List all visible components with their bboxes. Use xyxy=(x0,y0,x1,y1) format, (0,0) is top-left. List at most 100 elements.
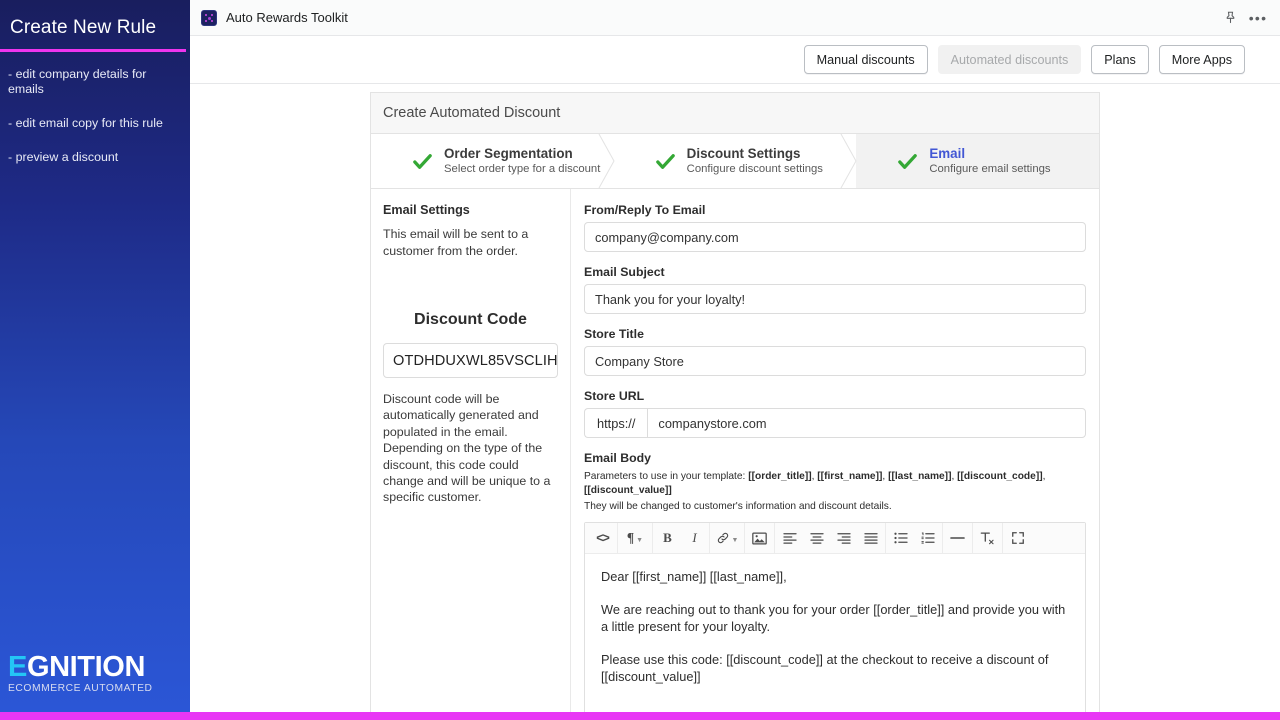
email-body-paragraph: Please use this code: [[discount_code]] … xyxy=(601,651,1049,685)
sidebar-link-edit-company-details[interactable]: - edit company details for emails xyxy=(8,64,180,100)
logo-accent-letter: E xyxy=(8,651,27,683)
italic-icon[interactable]: I xyxy=(681,526,708,551)
store-title-value: Company Store xyxy=(595,353,684,369)
param-discount-code: [[discount_code]] xyxy=(957,471,1043,482)
logo-rest: GNITION xyxy=(26,651,145,683)
sidebar-links: - edit company details for emails - edit… xyxy=(0,52,190,168)
step-email[interactable]: Email Configure email settings xyxy=(856,134,1100,188)
logo-tagline: ECOMMERCE AUTOMATED xyxy=(8,683,153,694)
field-email-subject: Email Subject Thank you for your loyalty… xyxy=(584,265,1086,314)
store-url-label: Store URL xyxy=(584,389,645,403)
code-view-icon[interactable]: <> xyxy=(589,526,616,551)
sidebar: Create New Rule - edit company details f… xyxy=(0,0,190,712)
param-first-name: [[first_name]] xyxy=(817,471,883,482)
email-body-paragraph: We are reaching out to thank you for you… xyxy=(601,601,1066,635)
card-header: Create Automated Discount xyxy=(371,93,1099,134)
field-from-email: From/Reply To Email company@company.com xyxy=(584,203,1086,252)
discount-code-input[interactable]: OTDHDUXWL85VSCLIH xyxy=(383,343,558,378)
horizontal-rule-icon[interactable] xyxy=(944,526,971,551)
email-body-paragraph: Dear [[first_name]] [[last_name]], xyxy=(601,569,787,584)
pin-icon[interactable] xyxy=(1217,5,1243,31)
bottom-accent-bar xyxy=(0,712,1280,720)
app-title: Auto Rewards Toolkit xyxy=(226,10,348,25)
step-order-segmentation[interactable]: Order Segmentation Select order type for… xyxy=(371,133,615,189)
field-store-url: Store URL https:// companystore.com xyxy=(584,389,1086,438)
discount-code-heading: Discount Code xyxy=(414,311,527,328)
egnition-logo: EGNITION ECOMMERCE AUTOMATED xyxy=(8,652,182,694)
field-email-body: Email Body Parameters to use in your tem… xyxy=(584,451,1086,712)
align-left-icon[interactable] xyxy=(776,526,803,551)
unordered-list-icon[interactable] xyxy=(887,526,914,551)
card-title: Create Automated Discount xyxy=(383,105,561,121)
email-body-params-line: Parameters to use in your template: [[or… xyxy=(584,471,1046,496)
link-icon[interactable]: ▼ xyxy=(711,526,743,551)
bold-icon[interactable]: B xyxy=(654,526,681,551)
app-logo-icon xyxy=(201,9,217,26)
step-label: Discount Settings xyxy=(686,146,801,162)
check-icon xyxy=(898,153,918,169)
discount-code-note: Discount code will be automatically gene… xyxy=(383,392,551,505)
rich-text-editor: <> ¶ ▼ B I ▼ Dear [[first_name]] [[last_… xyxy=(584,522,1086,712)
step-label: Order Segmentation xyxy=(444,146,573,162)
card-body: Email Settings This email will be sent t… xyxy=(371,189,1099,712)
store-url-input[interactable]: companystore.com xyxy=(647,408,1086,438)
store-url-value: companystore.com xyxy=(658,415,767,431)
step-label: Email xyxy=(929,146,966,162)
app-topbar: Auto Rewards Toolkit ••• xyxy=(190,0,1280,36)
step-description: Select order type for a discount xyxy=(444,162,601,175)
params-prefix: Parameters to use in your template: xyxy=(584,471,749,482)
align-center-icon[interactable] xyxy=(803,526,830,551)
check-icon xyxy=(655,153,675,169)
email-settings-column: Email Settings This email will be sent t… xyxy=(371,189,571,712)
sidebar-title: Create New Rule xyxy=(10,17,157,38)
wizard-stepper: Order Segmentation Select order type for… xyxy=(371,133,1100,189)
store-title-label: Store Title xyxy=(584,327,644,341)
more-apps-button[interactable]: More Apps xyxy=(1158,45,1245,74)
align-right-icon[interactable] xyxy=(830,526,857,551)
email-settings-note: This email will be sent to a customer fr… xyxy=(383,227,529,258)
store-url-protocol-addon: https:// xyxy=(584,408,648,438)
logo-wordmark: EGNITION xyxy=(8,652,182,682)
paragraph-format-icon[interactable]: ¶ ▼ xyxy=(619,526,651,551)
discount-code-value: OTDHDUXWL85VSCLIH xyxy=(393,352,558,369)
sidebar-link-edit-email-copy[interactable]: - edit email copy for this rule xyxy=(8,113,180,134)
email-subject-value: Thank you for your loyalty! xyxy=(595,291,746,307)
automated-discounts-button[interactable]: Automated discounts xyxy=(937,45,1082,74)
ellipsis-icon[interactable]: ••• xyxy=(1245,5,1271,31)
sidebar-link-preview-discount[interactable]: - preview a discount xyxy=(8,147,180,168)
clear-formatting-icon[interactable] xyxy=(974,526,1001,551)
align-justify-icon[interactable] xyxy=(857,526,884,551)
email-subject-input[interactable]: Thank you for your loyalty! xyxy=(584,284,1086,314)
step-description: Configure email settings xyxy=(929,162,1051,175)
from-email-input[interactable]: company@company.com xyxy=(584,222,1086,252)
email-body-label: Email Body xyxy=(584,451,651,465)
step-separator-icon xyxy=(840,133,857,189)
topbar-actions: ••• xyxy=(1217,5,1280,31)
store-url-group: https:// companystore.com xyxy=(584,408,1086,438)
editor-body[interactable]: Dear [[first_name]] [[last_name]], We ar… xyxy=(585,554,1085,712)
action-bar: Manual discounts Automated discounts Pla… xyxy=(190,36,1280,84)
param-last-name: [[last_name]] xyxy=(888,471,952,482)
param-order-title: [[order_title]] xyxy=(748,471,812,482)
from-email-value: company@company.com xyxy=(595,229,739,245)
email-form-column: From/Reply To Email company@company.com … xyxy=(571,189,1099,712)
fullscreen-icon[interactable] xyxy=(1004,526,1031,551)
ordered-list-icon[interactable] xyxy=(914,526,941,551)
create-automated-discount-card: Create Automated Discount Order Segmenta… xyxy=(370,92,1100,712)
step-separator-icon xyxy=(598,133,615,189)
check-icon xyxy=(413,153,432,169)
email-body-params-note: They will be changed to customer's infor… xyxy=(584,501,892,512)
insert-image-icon[interactable] xyxy=(746,526,773,551)
app-root: Create New Rule - edit company details f… xyxy=(0,0,1280,720)
step-discount-settings[interactable]: Discount Settings Configure discount set… xyxy=(614,133,857,189)
email-subject-label: Email Subject xyxy=(584,265,665,279)
step-description: Configure discount settings xyxy=(686,162,823,175)
field-store-title: Store Title Company Store xyxy=(584,327,1086,376)
plans-button[interactable]: Plans xyxy=(1091,45,1149,74)
manual-discounts-button[interactable]: Manual discounts xyxy=(803,45,928,74)
store-title-input[interactable]: Company Store xyxy=(584,346,1086,376)
editor-toolbar: <> ¶ ▼ B I ▼ xyxy=(585,522,1085,554)
email-settings-heading: Email Settings xyxy=(383,203,470,217)
param-discount-value: [[discount_value]] xyxy=(584,485,672,496)
from-email-label: From/Reply To Email xyxy=(584,203,706,217)
